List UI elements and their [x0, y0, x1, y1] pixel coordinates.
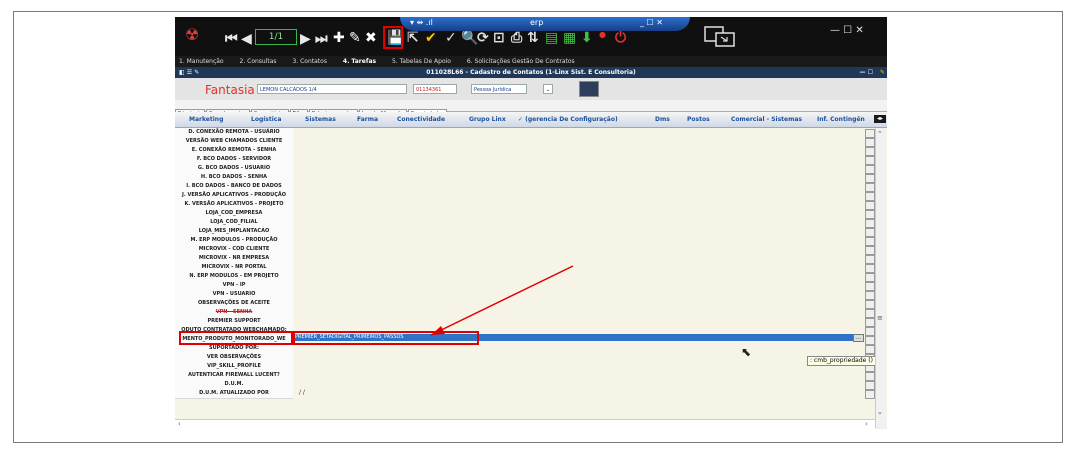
- person-type-dropdown-icon[interactable]: ⌄: [543, 84, 553, 94]
- category-farma[interactable]: Farma: [357, 116, 378, 123]
- annotation-arrow: [430, 265, 574, 336]
- category-inf-contingencia[interactable]: Inf. Contingên: [817, 116, 865, 123]
- next-record-icon[interactable]: ▶: [300, 31, 311, 47]
- scroll-left-icon[interactable]: ‹: [178, 420, 181, 428]
- prev-record-icon[interactable]: ◀: [241, 31, 252, 47]
- menu-bar: 1. Manutenção 2. Consultas 3. Contatos 4…: [175, 56, 887, 67]
- category-marketing[interactable]: Marketing: [189, 116, 223, 123]
- erp-window-tab: ▾ ⇹ .ıl erp _ ☐ ✕: [400, 17, 690, 31]
- category-gerencia-configuracao[interactable]: ✓ (gerencia De Configuração): [518, 116, 618, 123]
- scroll-right-icon[interactable]: ›: [865, 420, 868, 428]
- last-record-icon[interactable]: ⏭: [315, 31, 328, 47]
- category-postos[interactable]: Postos: [687, 116, 710, 123]
- vertical-scrollbar[interactable]: ⌃ ≡ ⌄: [875, 128, 886, 428]
- edit-pencil-icon[interactable]: ✎: [880, 67, 885, 78]
- category-grupo-linx[interactable]: Grupo Linx: [469, 116, 506, 123]
- dot-icon: ●: [599, 30, 606, 39]
- first-record-icon[interactable]: ⏮: [225, 31, 238, 47]
- scroll-thumb-icon[interactable]: ≡: [877, 314, 883, 322]
- window-controls[interactable]: — ☐: [860, 67, 873, 78]
- menu-item-tarefas[interactable]: 4. Tarefas: [343, 58, 376, 65]
- category-sistemas[interactable]: Sistemas: [305, 116, 336, 123]
- property-categories: Marketing Logística Sistemas Farma Conec…: [175, 112, 887, 128]
- menu-item-solicitacoes[interactable]: 6. Solicitações Gestão De Contratos: [467, 58, 575, 65]
- download-icon[interactable]: ⬇: [581, 30, 593, 46]
- preview-icon[interactable]: ⊡: [493, 30, 505, 46]
- contact-header: Fantasia LEMON CALCADOS 1/4 01134361 Pes…: [175, 78, 887, 100]
- app-logo-icon: ☢: [185, 25, 200, 44]
- add-icon[interactable]: ✚: [333, 30, 345, 46]
- category-comercial-sistemas[interactable]: Comercial - Sistemas: [731, 116, 802, 123]
- export-icon[interactable]: ▦: [563, 30, 576, 46]
- person-type-select[interactable]: Pessoa Jurídica: [471, 84, 527, 94]
- category-scroll-icon[interactable]: ◂▸: [874, 115, 886, 123]
- combo-tooltip: : cmb_propriedade (): [807, 356, 876, 366]
- category-logistica[interactable]: Logística: [251, 116, 281, 123]
- category-dms[interactable]: Dms: [655, 116, 670, 123]
- power-icon[interactable]: ⏻: [615, 30, 626, 46]
- category-conectividade[interactable]: Conectividade: [397, 116, 445, 123]
- edit-icon[interactable]: ✎: [349, 30, 361, 46]
- scroll-up-icon[interactable]: ⌃: [877, 130, 883, 138]
- remote-desktop-icon[interactable]: [703, 25, 739, 49]
- contact-code-field[interactable]: 01134361: [413, 84, 457, 94]
- main-toolbar: ☢ ⏮ ◀ 1/1 ▶ ⏭ ✚ ✎ ✖ 💾 ⇱ ✔ ✓ 🔍 ⟳ ⊡ ⎙ ⇅ ▤ …: [175, 17, 887, 56]
- save-highlight-box: [383, 26, 403, 49]
- refresh-icon[interactable]: ⟳: [477, 30, 489, 46]
- window-menu-icon[interactable]: ◧ ☰ ✎: [179, 67, 199, 78]
- fantasia-label: Fantasia: [205, 83, 255, 97]
- report-icon[interactable]: ▤: [545, 30, 558, 46]
- mouse-cursor-icon: ⬉: [741, 345, 752, 359]
- sort-icon[interactable]: ⇅: [527, 30, 539, 46]
- horizontal-scrollbar[interactable]: ‹ ›: [175, 419, 875, 429]
- card-icon[interactable]: [579, 81, 599, 97]
- insert-icon[interactable]: ⇱: [407, 30, 419, 46]
- menu-item-consultas[interactable]: 2. Consultas: [240, 58, 277, 65]
- check-icon[interactable]: ✓: [445, 30, 457, 46]
- scroll-down-icon[interactable]: ⌄: [877, 408, 883, 416]
- property-grid: D. CONEXÃO REMOTA - USUÁRIO VERSÃO WEB CH…: [175, 128, 887, 428]
- window-tab-icons: ▾ ⇹ .ıl: [410, 18, 433, 27]
- search-icon[interactable]: 🔍: [461, 30, 478, 46]
- menu-item-manutencao[interactable]: 1. Manutenção: [179, 58, 224, 65]
- tab-bar: PrincipaisComplementosComentáriosFiltroR…: [175, 100, 887, 120]
- erp-application: ☢ ⏮ ◀ 1/1 ▶ ⏭ ✚ ✎ ✖ 💾 ⇱ ✔ ✓ 🔍 ⟳ ⊡ ⎙ ⇅ ▤ …: [175, 17, 887, 429]
- app-window-controls[interactable]: — ☐ ✕: [830, 25, 864, 36]
- delete-icon[interactable]: ✖: [365, 30, 377, 46]
- window-tab-title: erp: [530, 18, 544, 27]
- print-icon[interactable]: ⎙: [511, 30, 522, 46]
- menu-item-contatos[interactable]: 3. Contatos: [292, 58, 326, 65]
- record-pager[interactable]: 1/1: [255, 29, 297, 45]
- window-title: 011028L66 - Cadastro de Contatos (1-Linx…: [426, 69, 636, 76]
- window-tab-controls[interactable]: _ ☐ ✕: [640, 18, 663, 27]
- window-title-bar: ◧ ☰ ✎ 011028L66 - Cadastro de Contatos (…: [175, 67, 887, 78]
- confirm-icon[interactable]: ✔: [425, 30, 437, 46]
- fantasia-name-field[interactable]: LEMON CALCADOS 1/4: [257, 84, 407, 94]
- menu-item-tabelas-de-apoio[interactable]: 5. Tabelas De Apoio: [392, 58, 451, 65]
